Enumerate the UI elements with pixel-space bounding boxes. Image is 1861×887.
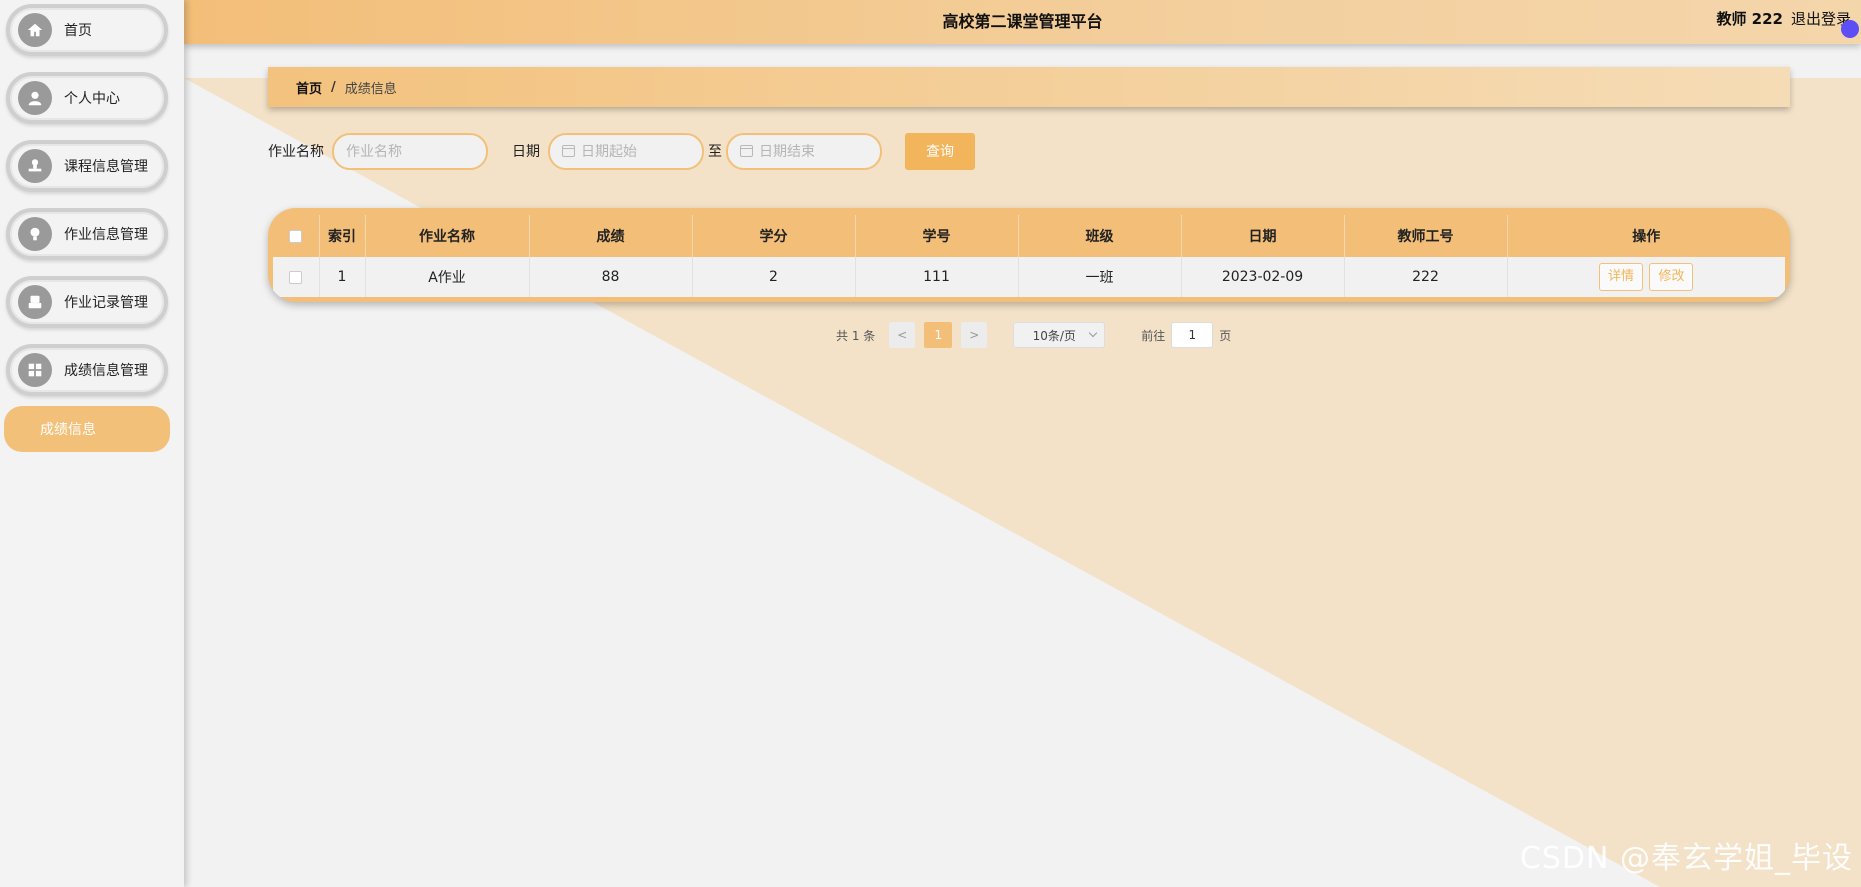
cell-teacher-no: 222 <box>1344 257 1508 297</box>
sidebar: 首页 个人中心 课程信息管理 作业信息管理 作业记录管理 成绩信息管理 成绩信息 <box>0 0 184 887</box>
sidebar-item-home[interactable]: 首页 <box>6 4 168 56</box>
next-page-button[interactable]: > <box>961 322 988 348</box>
cell-student-no: 111 <box>855 257 1019 297</box>
cell-actions: 详情 修改 <box>1507 257 1785 297</box>
sidebar-item-personal-center[interactable]: 个人中心 <box>6 72 168 124</box>
edit-button[interactable]: 修改 <box>1649 263 1694 291</box>
cell-date: 2023-02-09 <box>1181 257 1345 297</box>
column-header: 作业名称 <box>365 215 530 257</box>
date-end-placeholder: 日期结束 <box>759 144 815 160</box>
date-start-input[interactable]: 日期起始 <box>548 132 704 170</box>
chevron-down-icon <box>1089 328 1098 338</box>
table-header-row: 索引 作业名称 成绩 学分 学号 班级 日期 教师工号 操作 <box>273 215 1785 257</box>
column-header: 班级 <box>1018 215 1182 257</box>
current-user: 教师 222 <box>1716 10 1783 28</box>
column-header: 操作 <box>1507 215 1785 257</box>
column-header: 索引 <box>319 215 366 257</box>
lightbulb-icon <box>18 217 52 251</box>
sidebar-item-assignment-management[interactable]: 作业信息管理 <box>6 208 168 260</box>
row-checkbox[interactable] <box>289 270 303 284</box>
search-bar: 作业名称 作业名称 日期 日期起始 至 日期结束 查询 <box>268 132 975 170</box>
column-header: 教师工号 <box>1344 215 1508 257</box>
detail-button[interactable]: 详情 <box>1599 263 1644 291</box>
printer-icon <box>18 285 52 319</box>
home-icon <box>18 13 52 47</box>
date-label: 日期 <box>512 144 540 160</box>
prev-page-button[interactable]: < <box>889 322 916 348</box>
cell-assignment-name: A作业 <box>365 257 530 297</box>
page-size-select[interactable]: 10条/页 <box>1013 322 1106 348</box>
date-range-separator: 至 <box>708 144 722 160</box>
app-title: 高校第二课堂管理平台 <box>942 12 1103 31</box>
pagination-total: 共 1 条 <box>836 328 876 343</box>
assignment-name-label: 作业名称 <box>268 144 324 160</box>
column-header: 学分 <box>692 215 856 257</box>
page-size-value: 10条/页 <box>1032 328 1076 343</box>
sidebar-item-label: 作业记录管理 <box>64 295 148 311</box>
cell-index: 1 <box>319 257 366 297</box>
assignment-name-placeholder: 作业名称 <box>346 144 402 160</box>
select-all-checkbox[interactable] <box>289 229 303 243</box>
sidebar-item-label: 个人中心 <box>64 91 120 107</box>
sidebar-item-grade-management[interactable]: 成绩信息管理 <box>6 344 168 396</box>
calendar-icon <box>562 145 575 157</box>
assignment-name-input[interactable]: 作业名称 <box>332 132 488 170</box>
sidebar-item-label: 首页 <box>64 23 92 39</box>
column-header: 学号 <box>855 215 1019 257</box>
page-suffix: 页 <box>1219 328 1232 343</box>
goto-label: 前往 <box>1141 328 1166 343</box>
goto-page-input[interactable]: 1 <box>1171 322 1214 348</box>
sidebar-subitem-grade-info[interactable]: 成绩信息 <box>4 406 170 452</box>
breadcrumb-current: 成绩信息 <box>344 81 397 97</box>
column-header: 日期 <box>1181 215 1345 257</box>
pagination: 共 1 条 < 1 > 10条/页 前往 1 页 <box>836 322 1231 348</box>
breadcrumb-home[interactable]: 首页 <box>296 78 322 97</box>
column-header: 成绩 <box>529 215 693 257</box>
top-header: 高校第二课堂管理平台 教师 222 退出登录 <box>184 0 1861 44</box>
date-end-input[interactable]: 日期结束 <box>726 132 882 170</box>
select-all-cell <box>273 215 320 257</box>
cell-class: 一班 <box>1018 257 1182 297</box>
sidebar-item-assignment-record-management[interactable]: 作业记录管理 <box>6 276 168 328</box>
user-icon <box>18 81 52 115</box>
mouse-cursor-icon <box>1841 20 1859 38</box>
calendar-icon <box>740 145 753 157</box>
grades-table-container: 索引 作业名称 成绩 学分 学号 班级 日期 教师工号 操作 1 A作业 88 <box>268 208 1790 302</box>
main-content: 首页 / 成绩信息 作业名称 作业名称 日期 日期起始 至 日期结束 查询 索引… <box>184 44 1861 887</box>
table-row: 1 A作业 88 2 111 一班 2023-02-09 222 详情 修改 <box>273 257 1785 297</box>
breadcrumb-separator: / <box>331 79 336 95</box>
cell-score: 88 <box>529 257 693 297</box>
cell-credit: 2 <box>692 257 856 297</box>
sidebar-item-label: 课程信息管理 <box>64 159 148 175</box>
sidebar-item-course-management[interactable]: 课程信息管理 <box>6 140 168 192</box>
row-select-cell <box>273 257 320 297</box>
watermark: CSDN @奉玄学姐_毕设 <box>1519 841 1853 876</box>
date-start-placeholder: 日期起始 <box>581 144 637 160</box>
stamp-icon <box>18 149 52 183</box>
breadcrumb: 首页 / 成绩信息 <box>268 67 1790 107</box>
page-number-button[interactable]: 1 <box>924 322 953 348</box>
grades-table: 索引 作业名称 成绩 学分 学号 班级 日期 教师工号 操作 1 A作业 88 <box>273 215 1785 297</box>
sidebar-item-label: 成绩信息管理 <box>64 363 148 379</box>
sidebar-item-label: 作业信息管理 <box>64 227 148 243</box>
query-button[interactable]: 查询 <box>905 132 975 170</box>
grid-icon <box>18 353 52 387</box>
